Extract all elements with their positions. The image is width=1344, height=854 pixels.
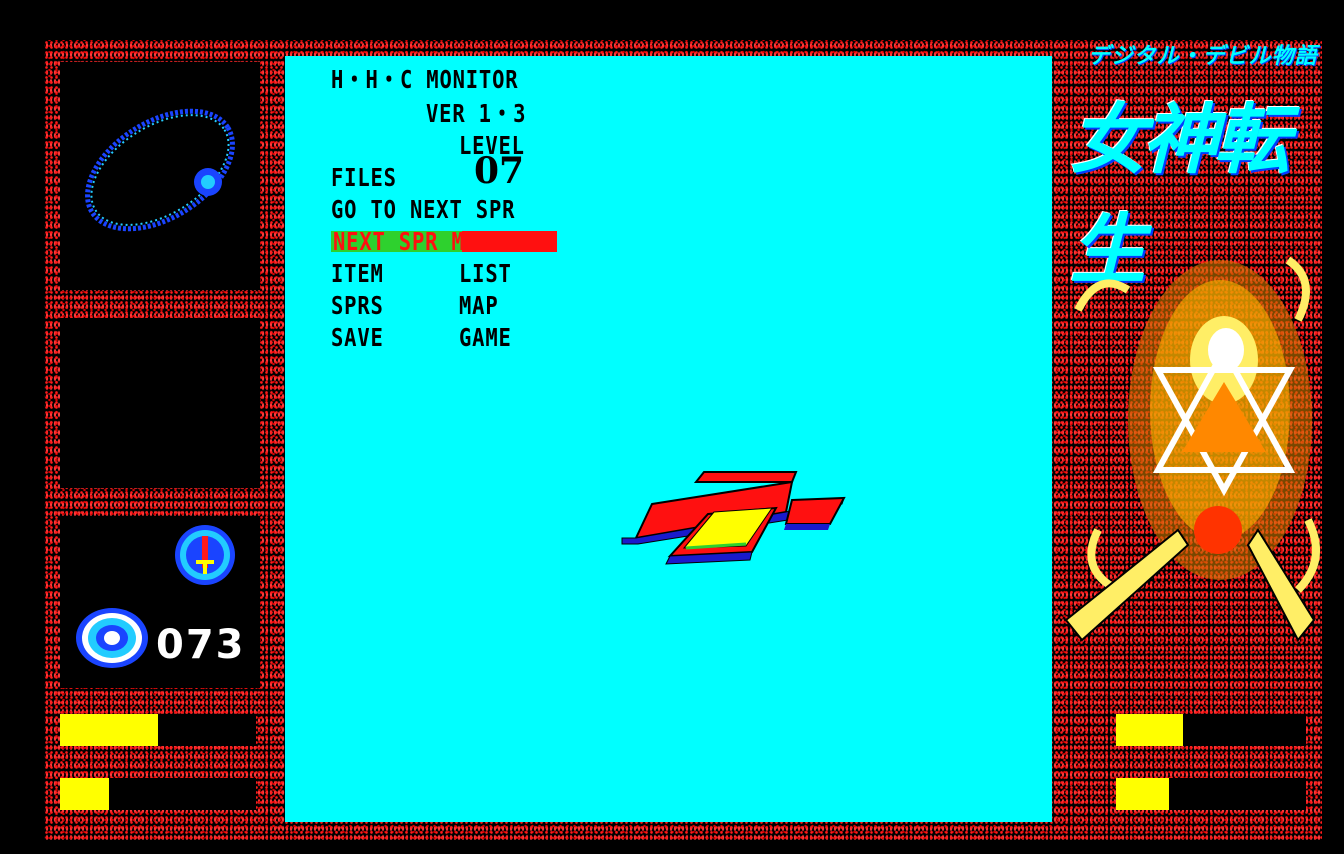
isometric-map [621,471,846,565]
sword-emblem-icon[interactable] [172,522,238,588]
right-bar-1 [1116,714,1183,746]
radar-panel [60,62,260,290]
game-subtitle: デジタル・デビル物語 [1088,44,1318,69]
menu-item-sprs[interactable]: SPRS [331,290,384,322]
menu-item-game[interactable]: GAME [459,322,512,354]
menu-item-map[interactable]: MAP [459,290,498,322]
status-line: GO TO NEXT SPR [331,195,516,224]
monitor-version: VER 1・3 [426,99,527,128]
level-value: 07 [474,150,525,192]
menu-item-save[interactable]: SAVE [331,322,384,354]
macca-coin-icon [76,608,148,668]
files-label: FILES [331,163,397,192]
macca-counter: 073 [156,622,246,668]
game-viewport[interactable] [285,56,1052,822]
mp-bar [60,778,109,810]
menu-item-list[interactable]: LIST [459,258,512,290]
menu-item-item[interactable]: ITEM [331,258,384,290]
highlighted-option[interactable]: NEXT SPR MAP [331,227,557,256]
highlighted-option-label: NEXT SPR MAP [333,227,491,256]
goddess-emblem-art [1064,256,1320,642]
monitor-title: H・H・C MONITOR [331,65,519,94]
status-panel [60,318,260,488]
hp-bar [60,714,158,746]
warp-ring-icon [85,108,235,232]
right-bar-2 [1116,778,1169,810]
